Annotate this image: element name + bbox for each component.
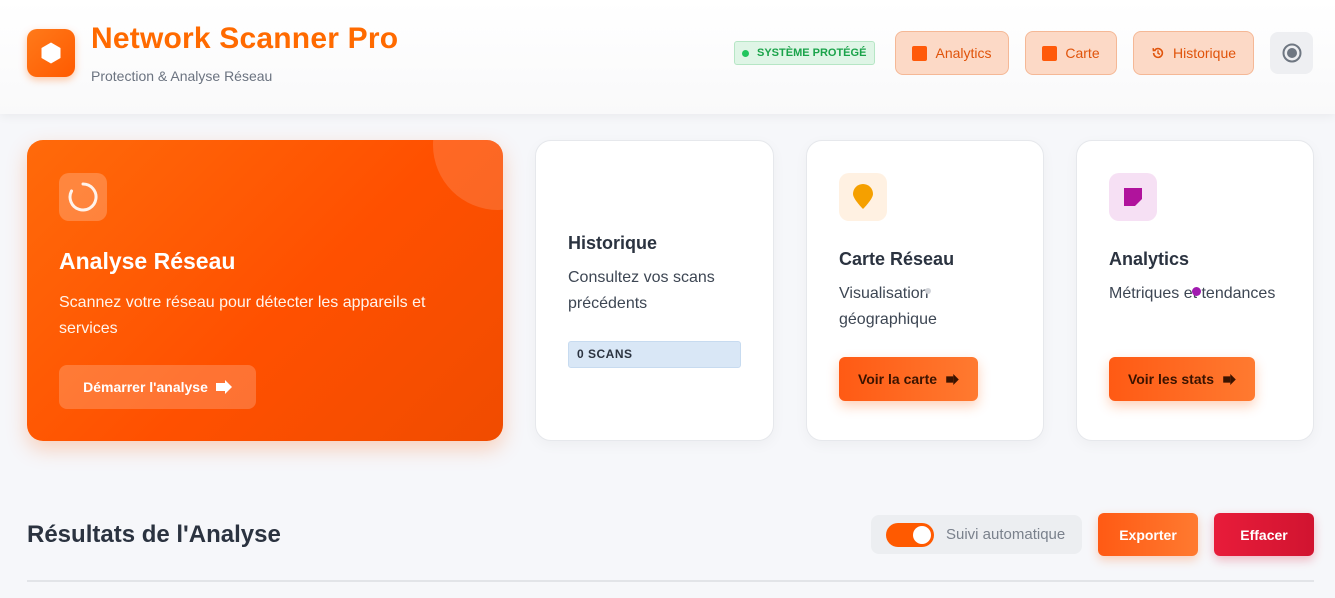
view-map-label: Voir la carte — [857, 371, 938, 387]
history-card[interactable]: Historique Consultez vos scans précédent… — [535, 140, 774, 441]
theme-toggle-button[interactable] — [1270, 32, 1313, 74]
view-map-button[interactable]: Voir la carte — [839, 357, 978, 401]
scan-card: Analyse Réseau Scannez votre réseau pour… — [27, 140, 503, 441]
scan-card-description: Scannez votre réseau pour détecter les a… — [59, 294, 426, 337]
app-subtitle: Protection & Analyse Réseau — [91, 68, 273, 84]
results-title: Résultats de l'Analyse — [27, 521, 281, 548]
map-pin-icon — [853, 184, 873, 209]
export-button[interactable]: Exporter — [1098, 513, 1198, 556]
history-card-title: Historique — [568, 233, 658, 253]
stats-icon-tile — [1109, 173, 1157, 221]
view-stats-label: Voir les stats — [1127, 371, 1215, 387]
stats-card: Analytics Métriques et tendances Voir le… — [1076, 140, 1314, 441]
scan-icon-box — [59, 173, 107, 221]
toggle-knob — [913, 526, 931, 544]
start-scan-label: Démarrer l'analyse — [83, 379, 208, 395]
decorative-circle — [433, 140, 503, 210]
status-badge: SYSTÈME PROTÉGÉ — [734, 41, 876, 65]
nav-analytics-button[interactable]: Analytics — [895, 31, 1009, 75]
status-dot-icon — [742, 50, 749, 57]
scan-card-title: Analyse Réseau — [59, 248, 236, 274]
decorative-dot — [1192, 287, 1201, 296]
view-stats-button[interactable]: Voir les stats — [1109, 357, 1255, 401]
scan-count-badge: 0 SCANS — [568, 341, 741, 368]
stats-card-title: Analytics — [1109, 249, 1190, 269]
map-icon — [1042, 45, 1058, 61]
auto-follow-control: Suivi automatique — [871, 515, 1082, 554]
auto-follow-toggle[interactable] — [886, 523, 934, 547]
decorative-dot — [925, 288, 931, 294]
map-icon-tile — [839, 173, 887, 221]
theme-toggle-icon — [1282, 43, 1301, 63]
arrow-right-icon — [946, 373, 959, 385]
map-card: Carte Réseau Visualisation géographique … — [806, 140, 1044, 441]
start-scan-button[interactable]: Démarrer l'analyse — [59, 365, 256, 409]
app-title: Network Scanner Pro — [91, 22, 399, 55]
chart-icon — [1124, 188, 1142, 206]
analytics-icon — [912, 45, 928, 61]
spinner-icon — [68, 182, 98, 212]
stats-card-description: Métriques et tendances — [1109, 285, 1276, 302]
history-icon — [1152, 47, 1164, 59]
arrow-right-icon — [215, 380, 232, 394]
status-badge-label: SYSTÈME PROTÉGÉ — [757, 47, 867, 59]
nav-analytics-label: Analytics — [935, 45, 992, 61]
arrow-right-icon — [1223, 373, 1236, 385]
nav-historique-label: Historique — [1172, 45, 1237, 61]
map-card-description: Visualisation géographique — [839, 285, 937, 328]
nav-historique-button[interactable]: Historique — [1133, 31, 1254, 75]
nav-carte-button[interactable]: Carte — [1025, 31, 1117, 75]
hexagon-icon — [41, 42, 61, 64]
results-divider — [27, 580, 1314, 582]
clear-button[interactable]: Effacer — [1214, 513, 1314, 556]
app-header: Network Scanner Pro Protection & Analyse… — [0, 0, 1335, 114]
history-card-description: Consultez vos scans précédents — [568, 269, 715, 312]
auto-follow-label: Suivi automatique — [946, 526, 1066, 543]
nav-carte-label: Carte — [1065, 45, 1100, 61]
app-logo — [27, 29, 75, 77]
map-card-title: Carte Réseau — [839, 249, 955, 269]
